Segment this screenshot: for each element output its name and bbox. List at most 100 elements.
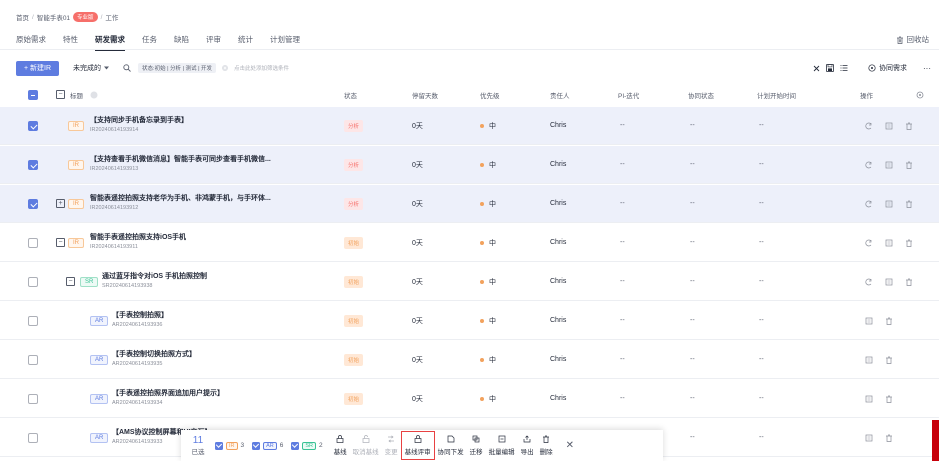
column-header-title[interactable]: 标题: [70, 84, 83, 106]
row-checkbox[interactable]: [28, 394, 38, 404]
settings-icon[interactable]: [916, 84, 924, 106]
migrate-button[interactable]: 迁移: [467, 430, 486, 461]
priority-cell[interactable]: 中: [480, 146, 496, 183]
owner-cell[interactable]: Chris: [550, 263, 566, 300]
table-row[interactable]: − IR 智能手表遥控拍照支持iOS手机 IR20240614193911 初始…: [0, 224, 939, 262]
plan-start-cell[interactable]: --: [759, 380, 764, 417]
priority-cell[interactable]: 中: [480, 263, 496, 300]
column-header-pi-iteration[interactable]: PI-迭代: [618, 84, 639, 106]
row-checkbox[interactable]: [28, 121, 38, 131]
pi-iteration-cell[interactable]: --: [620, 146, 625, 183]
collapse-icon[interactable]: −: [66, 277, 75, 286]
delete-icon[interactable]: [885, 317, 893, 325]
owner-cell[interactable]: Chris: [550, 341, 566, 378]
row-checkbox[interactable]: [28, 199, 38, 209]
pi-iteration-cell[interactable]: --: [620, 263, 625, 300]
table-row[interactable]: IR 【支持查看手机微信消息】智能手表可同步查看手机微信... IR202406…: [0, 146, 939, 184]
collapse-all-icon[interactable]: −: [56, 90, 65, 99]
priority-cell[interactable]: 中: [480, 341, 496, 378]
batch-edit-button[interactable]: 批量编辑: [486, 430, 518, 461]
copy-icon[interactable]: [885, 161, 893, 169]
plan-start-cell[interactable]: --: [759, 107, 764, 144]
plan-start-cell[interactable]: --: [759, 263, 764, 300]
new-ir-button[interactable]: + 新建IR: [16, 60, 60, 76]
delete-icon[interactable]: [885, 356, 893, 364]
owner-cell[interactable]: Chris: [550, 107, 566, 144]
column-header-collab-status[interactable]: 协同状态: [688, 84, 714, 106]
pi-iteration-cell[interactable]: --: [620, 341, 625, 378]
status-badge[interactable]: 分析: [344, 158, 364, 171]
pi-iteration-cell[interactable]: --: [620, 380, 625, 417]
column-header-priority[interactable]: 优先级: [480, 84, 500, 106]
save-icon[interactable]: [826, 64, 834, 72]
copy-icon[interactable]: [865, 395, 873, 403]
column-header-plan-start[interactable]: 计划开始时间: [757, 84, 796, 106]
owner-cell[interactable]: Chris: [550, 380, 566, 417]
priority-cell[interactable]: 中: [480, 380, 496, 417]
copy-icon[interactable]: [885, 122, 893, 130]
baseline-review-button[interactable]: 基线评审: [400, 431, 435, 460]
export-button[interactable]: 导出: [518, 430, 537, 461]
expand-icon[interactable]: +: [56, 199, 65, 208]
status-badge[interactable]: 初始: [344, 275, 364, 288]
split-icon[interactable]: [865, 122, 873, 130]
table-row[interactable]: AR 【手表控制拍照】 AR20240614193936 初始 0天 中 Chr…: [0, 302, 939, 340]
row-checkbox[interactable]: [28, 238, 38, 248]
delete-icon[interactable]: [905, 161, 913, 169]
split-icon[interactable]: [865, 161, 873, 169]
copy-icon[interactable]: [885, 278, 893, 286]
delete-icon[interactable]: [905, 278, 913, 286]
more-icon[interactable]: ···: [923, 64, 931, 73]
pi-iteration-cell[interactable]: --: [620, 185, 625, 222]
breadcrumb-project[interactable]: 智能手表01: [37, 12, 70, 22]
status-badge[interactable]: 初始: [344, 236, 364, 249]
table-row[interactable]: + IR 智能表遥控拍照支持老华为手机、非鸿蒙手机，与手环体... IR2024…: [0, 185, 939, 223]
close-icon[interactable]: [813, 65, 820, 72]
row-title[interactable]: 通过蓝牙指令对iOS 手机拍照控制: [102, 271, 207, 281]
help-icon[interactable]: [90, 84, 98, 106]
status-badge[interactable]: 初始: [344, 392, 364, 405]
plan-start-cell[interactable]: --: [759, 341, 764, 378]
selected-ar-filter[interactable]: AR 6: [252, 441, 283, 450]
cancel-baseline-button[interactable]: 取消基线: [350, 430, 382, 461]
priority-cell[interactable]: 中: [480, 107, 496, 144]
filter-input[interactable]: 状态:初始 | 分析 | 测试 | 开发 点击此处添加筛选条件: [138, 63, 289, 73]
copy-icon[interactable]: [865, 317, 873, 325]
status-badge[interactable]: 分析: [344, 197, 364, 210]
split-icon[interactable]: [865, 239, 873, 247]
selected-sr-filter[interactable]: SR 2: [291, 441, 323, 450]
list-view-icon[interactable]: [840, 64, 848, 72]
plan-start-cell[interactable]: --: [759, 419, 764, 456]
delete-icon[interactable]: [885, 434, 893, 442]
delete-icon[interactable]: [905, 122, 913, 130]
copy-icon[interactable]: [865, 434, 873, 442]
row-title[interactable]: 智能手表遥控拍照支持iOS手机: [90, 232, 186, 242]
priority-cell[interactable]: 中: [480, 224, 496, 261]
row-title[interactable]: 智能表遥控拍照支持老华为手机、非鸿蒙手机，与手环体...: [90, 193, 271, 203]
collapse-icon[interactable]: −: [56, 238, 65, 247]
row-title[interactable]: 【手表遥控拍照界面追加用户提示】: [112, 388, 224, 398]
select-all-checkbox[interactable]: [28, 90, 38, 100]
plan-start-cell[interactable]: --: [759, 185, 764, 222]
plan-start-cell[interactable]: --: [759, 146, 764, 183]
search-icon[interactable]: [123, 64, 131, 72]
delete-icon[interactable]: [885, 395, 893, 403]
pi-iteration-cell[interactable]: --: [620, 302, 625, 339]
split-icon[interactable]: [865, 278, 873, 286]
copy-icon[interactable]: [865, 356, 873, 364]
table-row[interactable]: AR 【手表控制切换拍照方式】 AR20240614193935 初始 0天 中…: [0, 341, 939, 379]
copy-icon[interactable]: [885, 239, 893, 247]
collab-dispatch-button[interactable]: 协同下发: [435, 430, 467, 461]
plan-start-cell[interactable]: --: [759, 224, 764, 261]
owner-cell[interactable]: Chris: [550, 185, 566, 222]
status-filter-select[interactable]: 未完成的: [73, 63, 110, 73]
copy-icon[interactable]: [885, 200, 893, 208]
baseline-button[interactable]: 基线: [331, 430, 350, 461]
delete-button[interactable]: 删除: [537, 430, 556, 461]
plan-start-cell[interactable]: --: [759, 302, 764, 339]
row-checkbox[interactable]: [28, 433, 38, 443]
row-title[interactable]: 【支持同步手机备忘录到手表】: [90, 115, 188, 125]
recycle-bin-button[interactable]: 回收站: [896, 34, 929, 45]
priority-cell[interactable]: 中: [480, 302, 496, 339]
row-checkbox[interactable]: [28, 355, 38, 365]
